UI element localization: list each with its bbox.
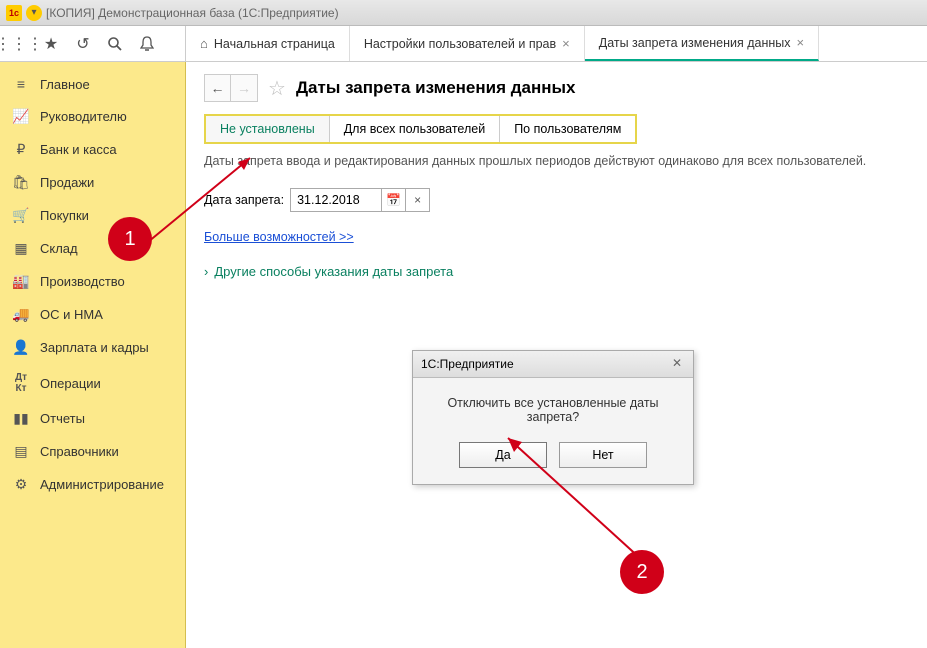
factory-icon: 🏭 — [12, 273, 30, 290]
dialog-title: 1С:Предприятие — [421, 357, 514, 371]
dialog-message: Отключить все установленные даты запрета… — [413, 378, 693, 432]
history-icon[interactable]: ↺ — [74, 35, 92, 53]
sidebar-item-label: Отчеты — [40, 411, 85, 426]
date-input[interactable] — [291, 190, 381, 210]
seg-all-users[interactable]: Для всех пользователей — [330, 116, 500, 142]
sidebar-item-manager[interactable]: 📈 Руководителю — [0, 100, 185, 133]
ruble-icon: ₽ — [12, 141, 30, 158]
sidebar-item-label: Операции — [40, 376, 101, 391]
truck-icon: 🚚 — [12, 306, 30, 323]
tab-home[interactable]: ⌂ Начальная страница — [186, 26, 350, 61]
sidebar-item-label: Зарплата и кадры — [40, 340, 149, 355]
clear-date-button[interactable]: × — [405, 189, 429, 211]
sidebar-item-label: Руководителю — [40, 109, 127, 124]
sidebar-item-main[interactable]: ≡ Главное — [0, 68, 185, 100]
toolbar-left: ⋮⋮⋮ ★ ↺ — [0, 26, 186, 61]
tab-home-label: Начальная страница — [214, 37, 335, 51]
sidebar-item-label: ОС и НМА — [40, 307, 103, 322]
tab-strip: ⌂ Начальная страница Настройки пользоват… — [186, 26, 819, 61]
confirm-dialog: 1С:Предприятие ✕ Отключить все установле… — [412, 350, 694, 485]
nav-group: ← → — [204, 74, 258, 102]
menu-icon: ≡ — [12, 76, 30, 92]
sidebar-item-label: Банк и касса — [40, 142, 117, 157]
tab-dates-label: Даты запрета изменения данных — [599, 36, 791, 50]
dropdown-icon[interactable]: ▾ — [26, 5, 42, 21]
sidebar-item-operations[interactable]: ДтКт Операции — [0, 364, 185, 402]
search-icon[interactable] — [106, 35, 124, 53]
window-title: [КОПИЯ] Демонстрационная база (1С:Предпр… — [46, 6, 339, 20]
other-methods-expander[interactable]: › Другие способы указания даты запрета — [204, 264, 909, 279]
cart-icon: 🛒 — [12, 207, 30, 224]
close-icon[interactable]: × — [562, 36, 570, 51]
book-icon: ▤ — [12, 443, 30, 460]
chevron-right-icon: › — [204, 264, 208, 279]
seg-not-set[interactable]: Не установлены — [206, 116, 330, 142]
sidebar-item-bank[interactable]: ₽ Банк и касса — [0, 133, 185, 166]
toolbar: ⋮⋮⋮ ★ ↺ ⌂ Начальная страница Настройки п… — [0, 26, 927, 62]
date-label: Дата запрета: — [204, 193, 284, 207]
no-button[interactable]: Нет — [559, 442, 647, 468]
forward-button[interactable]: → — [231, 75, 257, 101]
tab-settings-label: Настройки пользователей и прав — [364, 37, 556, 51]
home-icon: ⌂ — [200, 36, 208, 51]
sidebar-item-production[interactable]: 🏭 Производство — [0, 265, 185, 298]
sidebar-item-label: Справочники — [40, 444, 119, 459]
tab-dates[interactable]: Даты запрета изменения данных × — [585, 26, 819, 61]
sidebar: ≡ Главное 📈 Руководителю ₽ Банк и касса 🛍 Пр… — [0, 62, 186, 648]
sidebar-item-assets[interactable]: 🚚 ОС и НМА — [0, 298, 185, 331]
bell-icon[interactable] — [138, 35, 156, 53]
star-icon[interactable]: ★ — [42, 35, 60, 53]
sidebar-item-purchases[interactable]: 🛒 Покупки — [0, 199, 185, 232]
close-icon[interactable]: × — [797, 35, 805, 50]
sidebar-item-label: Склад — [40, 241, 78, 256]
boxes-icon: ▦ — [12, 240, 30, 257]
app-logo-icon: 1c — [6, 5, 22, 21]
calendar-icon[interactable]: 📅 — [381, 189, 405, 211]
bar-chart-icon: ▮▮ — [12, 410, 30, 427]
sidebar-item-reports[interactable]: ▮▮ Отчеты — [0, 402, 185, 435]
window-titlebar: 1c ▾ [КОПИЯ] Демонстрационная база (1С:П… — [0, 0, 927, 26]
sidebar-item-sales[interactable]: 🛍 Продажи — [0, 166, 185, 199]
sidebar-item-admin[interactable]: ⚙ Администрирование — [0, 468, 185, 501]
gear-icon: ⚙ — [12, 476, 30, 493]
sidebar-item-reference[interactable]: ▤ Справочники — [0, 435, 185, 468]
mode-segmented: Не установлены Для всех пользователей По… — [204, 114, 637, 144]
operations-icon: ДтКт — [12, 372, 30, 394]
sidebar-item-warehouse[interactable]: ▦ Склад — [0, 232, 185, 265]
tab-settings[interactable]: Настройки пользователей и прав × — [350, 26, 585, 61]
dialog-close-button[interactable]: ✕ — [669, 356, 685, 372]
sidebar-item-label: Главное — [40, 77, 90, 92]
sidebar-item-label: Покупки — [40, 208, 89, 223]
seg-by-users[interactable]: По пользователям — [500, 116, 635, 142]
sidebar-item-label: Производство — [40, 274, 125, 289]
description-text: Даты запрета ввода и редактирования данн… — [204, 154, 909, 168]
person-icon: 👤 — [12, 339, 30, 356]
sidebar-item-label: Администрирование — [40, 477, 164, 492]
date-field: 📅 × — [290, 188, 430, 212]
more-options-link[interactable]: Больше возможностей >> — [204, 230, 354, 244]
back-button[interactable]: ← — [205, 75, 231, 101]
yes-button[interactable]: Да — [459, 442, 547, 468]
apps-icon[interactable]: ⋮⋮⋮ — [10, 35, 28, 53]
favorite-icon[interactable]: ☆ — [268, 76, 286, 101]
chart-line-icon: 📈 — [12, 108, 30, 125]
page-title: Даты запрета изменения данных — [296, 78, 576, 98]
expander-label: Другие способы указания даты запрета — [214, 264, 453, 279]
sidebar-item-payroll[interactable]: 👤 Зарплата и кадры — [0, 331, 185, 364]
bag-icon: 🛍 — [12, 174, 30, 191]
sidebar-item-label: Продажи — [40, 175, 94, 190]
